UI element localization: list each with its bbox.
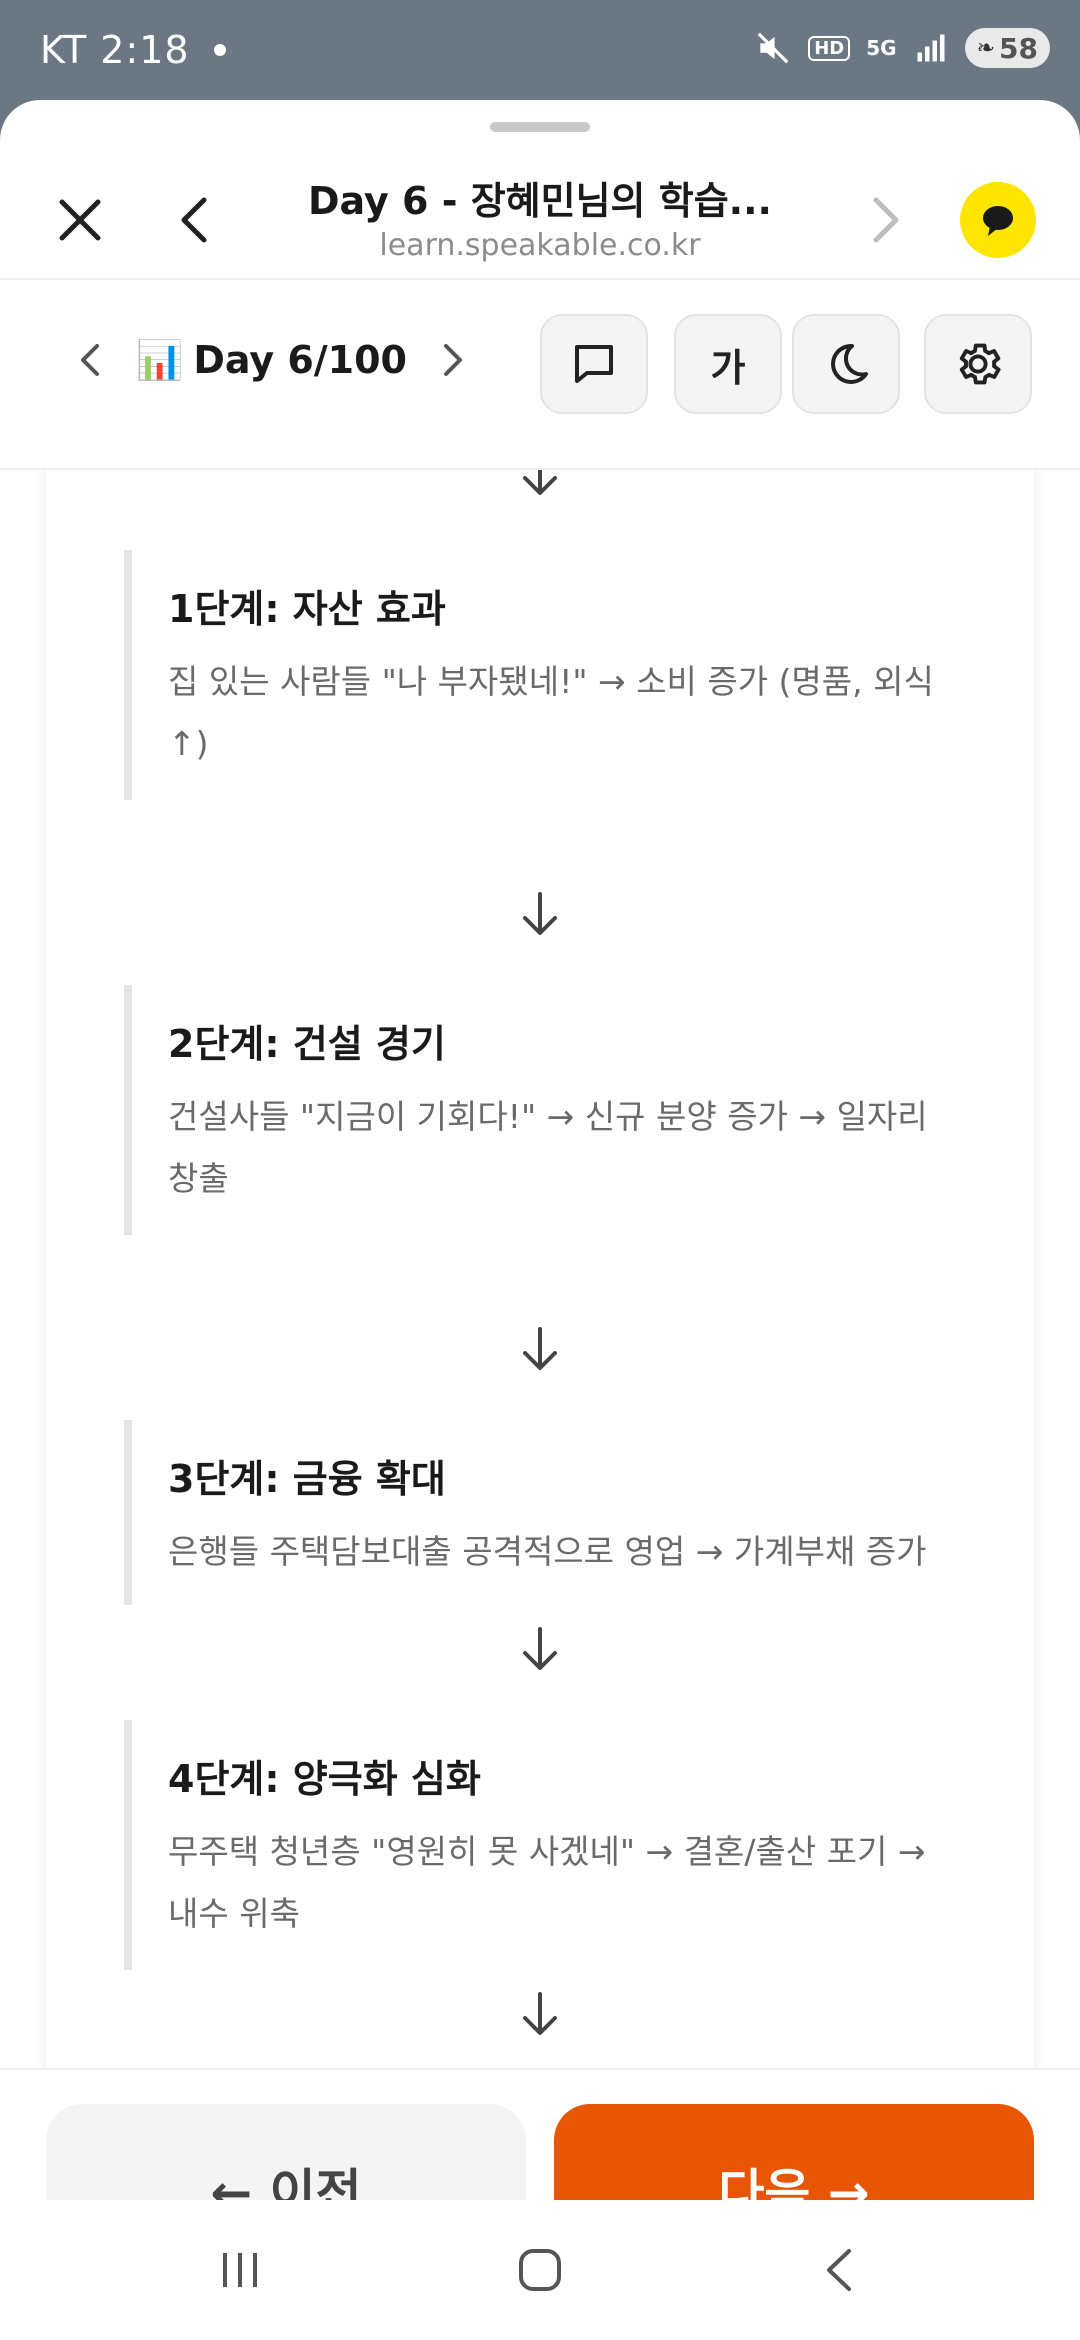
system-back-button[interactable] [800, 2230, 880, 2310]
arrow-down-icon [523, 470, 557, 495]
step-card-2: 2단계: 건설 경기 건설사들 "지금이 기회다!" → 신규 분양 증가 → … [124, 985, 964, 1235]
step-description: 은행들 주택담보대출 공격적으로 영업 → 가계부채 증가 [168, 1521, 964, 1583]
sheet-drag-handle[interactable] [490, 122, 590, 132]
browser-header: Day 6 - 장혜민님의 학습... learn.speakable.co.k… [0, 140, 1080, 280]
arrow-down-icon [523, 1327, 557, 1370]
status-time: KT 2:18 [40, 28, 190, 72]
step-description: 건설사들 "지금이 기회다!" → 신규 분양 증가 → 일자리 창출 [168, 1086, 964, 1210]
page-title: Day 6 - 장혜민님의 학습... [308, 179, 772, 223]
mute-icon [757, 32, 789, 64]
chart-emoji-icon: 📊 [136, 337, 184, 382]
step-desc-line: 무주택 청년층 "영원히 못 사겠네" → 결혼/출산 포기 → [168, 1832, 926, 1871]
kakao-chat-button[interactable] [960, 182, 1036, 258]
browser-forward-button[interactable] [860, 190, 910, 250]
browser-sheet: Day 6 - 장혜민님의 학습... learn.speakable.co.k… [0, 100, 1080, 2340]
network-icon: 5G [866, 36, 897, 60]
font-size-label: 가 [710, 345, 746, 390]
step-desc-line: 은행들 주택담보대출 공격적으로 영업 → 가계부채 증가 [168, 1532, 927, 1571]
chevron-left-icon [181, 197, 207, 243]
page-url: learn.speakable.co.kr [379, 228, 701, 263]
battery-saver-icon: ❧ [976, 35, 996, 61]
prev-day-button[interactable] [60, 330, 120, 390]
step-card-3: 3단계: 금융 확대 은행들 주택담보대출 공격적으로 영업 → 가계부채 증가 [124, 1420, 964, 1605]
next-day-button[interactable] [423, 330, 483, 390]
status-left: KT 2:18 [40, 28, 226, 72]
chevron-left-icon [81, 344, 99, 376]
system-nav-bar [0, 2200, 1080, 2340]
day-navigator: 📊 Day 6/100 [60, 310, 483, 410]
step-title: 4단계: 양극화 심화 [168, 1757, 481, 1801]
day-label: 📊 Day 6/100 [136, 338, 407, 383]
flow-card: 1단계: 자산 효과 집 있는 사람들 "나 부자됐네!" → 소비 증가 (명… [46, 470, 1034, 2070]
lesson-content[interactable]: 1단계: 자산 효과 집 있는 사람들 "나 부자됐네!" → 소비 증가 (명… [0, 470, 1080, 2070]
step-desc-line: ↑) [168, 724, 209, 763]
notification-dot [213, 44, 226, 56]
lesson-app-bar: 📊 Day 6/100 가 소개 탐구 적용 점검 [0, 280, 1080, 615]
notes-button[interactable] [540, 314, 648, 414]
message-square-icon [575, 345, 613, 383]
arrow-down-icon [523, 892, 557, 935]
step-desc-line: 집 있는 사람들 "나 부자됐네!" → 소비 증가 (명품, 외식 [168, 662, 934, 701]
browser-back-button[interactable] [170, 190, 220, 250]
step-description: 집 있는 사람들 "나 부자됐네!" → 소비 증가 (명품, 외식 ↑) [168, 651, 964, 775]
moon-icon [831, 343, 868, 384]
step-desc-line: 건설사들 "지금이 기회다!" → 신규 분양 증가 → 일자리 [168, 1097, 928, 1136]
step-description: 무주택 청년층 "영원히 못 사겠네" → 결혼/출산 포기 → 내수 위축 [168, 1821, 964, 1945]
battery-level: 58 [999, 31, 1038, 65]
signal-icon [917, 34, 945, 62]
chevron-right-icon [444, 344, 462, 376]
close-icon [59, 199, 101, 241]
status-bar: KT 2:18 HD 5G ❧ 58 [0, 0, 1080, 100]
settings-button[interactable] [924, 314, 1032, 414]
step-title: 1단계: 자산 효과 [168, 587, 446, 631]
font-size-button[interactable]: 가 [674, 314, 782, 414]
gear-icon [959, 343, 1001, 385]
step-card-4: 4단계: 양극화 심화 무주택 청년층 "영원히 못 사겠네" → 결혼/출산 … [124, 1720, 964, 1970]
step-card-1: 1단계: 자산 효과 집 있는 사람들 "나 부자됐네!" → 소비 증가 (명… [124, 550, 964, 800]
battery-indicator: ❧ 58 [964, 28, 1050, 68]
back-icon [827, 2249, 851, 2291]
chevron-right-icon [873, 197, 899, 243]
recent-apps-icon [223, 2253, 257, 2287]
step-title: 3단계: 금융 확대 [168, 1457, 446, 1501]
close-button[interactable] [50, 190, 110, 250]
home-icon [519, 2249, 561, 2291]
step-title: 2단계: 건설 경기 [168, 1022, 446, 1066]
home-button[interactable] [500, 2230, 580, 2310]
day-counter: Day 6/100 [193, 338, 407, 382]
chat-bubble-icon [983, 206, 1013, 236]
step-desc-line: 창출 [168, 1159, 229, 1198]
hd-icon: HD [808, 35, 851, 61]
arrow-down-icon [523, 1627, 557, 1670]
step-desc-line: 내수 위축 [168, 1894, 300, 1933]
status-icons: HD 5G ❧ 58 [754, 28, 1050, 68]
arrow-down-icon [523, 1992, 557, 2035]
recent-apps-button[interactable] [200, 2230, 280, 2310]
dark-mode-button[interactable] [792, 314, 900, 414]
